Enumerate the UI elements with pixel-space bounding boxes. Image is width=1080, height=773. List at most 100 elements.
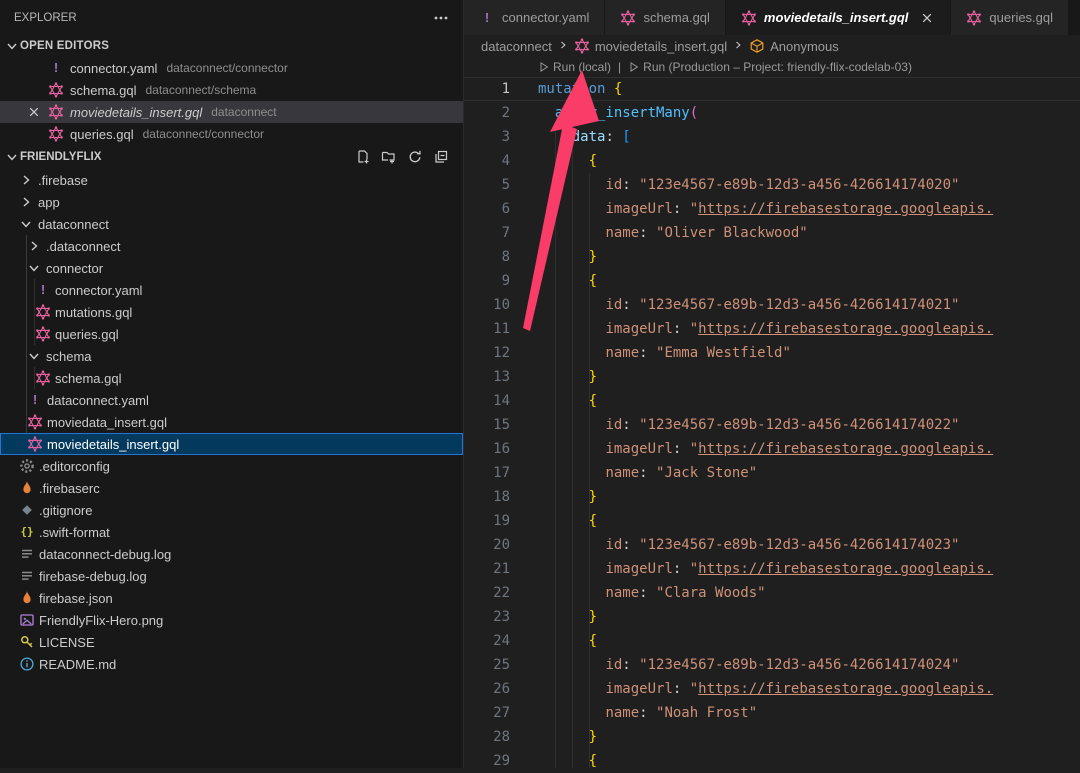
code-line-3[interactable]: 3 data: [ — [464, 125, 1080, 149]
code-line-14[interactable]: 14 { — [464, 389, 1080, 413]
tree-item-firebaserc[interactable]: .firebaserc — [0, 477, 463, 499]
code-token: : — [673, 681, 690, 697]
collapse-all-icon[interactable] — [433, 149, 449, 165]
tab-schema-gql[interactable]: schema.gql — [605, 0, 725, 35]
code-token: : — [622, 297, 639, 313]
tree-item-mutations-gql[interactable]: mutations.gql — [0, 301, 463, 323]
tree-item-friendlyflix-hero-png[interactable]: FriendlyFlix-Hero.png — [0, 609, 463, 631]
line-number: 29 — [464, 749, 510, 773]
tree-item-readme-md[interactable]: README.md — [0, 653, 463, 675]
code-line-18[interactable]: 18 } — [464, 485, 1080, 509]
tree-item-editorconfig[interactable]: .editorconfig — [0, 455, 463, 477]
tree-item-gitignore[interactable]: .gitignore — [0, 499, 463, 521]
graphql-icon — [27, 436, 43, 452]
line-number: 4 — [464, 149, 510, 173]
workspace-section-header[interactable]: FRIENDLYFLIX — [0, 145, 463, 169]
code-line-22[interactable]: 22 name: "Clara Woods" — [464, 581, 1080, 605]
code-line-9[interactable]: 9 { — [464, 269, 1080, 293]
tree-item-dataconnect[interactable]: .dataconnect — [0, 235, 463, 257]
flame-icon — [19, 590, 35, 606]
code-line-4[interactable]: 4 { — [464, 149, 1080, 173]
tree-item-firebase-debug-log[interactable]: firebase-debug.log — [0, 565, 463, 587]
code-token — [538, 753, 589, 769]
tree-item-schema-gql[interactable]: schema.gql — [0, 367, 463, 389]
new-file-icon[interactable] — [355, 149, 371, 165]
code-line-6[interactable]: 6 imageUrl: "https://firebasestorage.goo… — [464, 197, 1080, 221]
breadcrumb-item-moviedetails-insert-gql[interactable]: moviedetails_insert.gql — [574, 38, 727, 54]
image-url-link[interactable]: https://firebasestorage.googleapis. — [698, 201, 993, 217]
tree-item-firebase[interactable]: .firebase — [0, 169, 463, 191]
code-token: } — [589, 729, 597, 745]
code-line-16[interactable]: 16 imageUrl: "https://firebasestorage.go… — [464, 437, 1080, 461]
code-line-26[interactable]: 26 imageUrl: "https://firebasestorage.go… — [464, 677, 1080, 701]
code-line-10[interactable]: 10 id: "123e4567-e89b-12d3-a456-42661417… — [464, 293, 1080, 317]
code-editor[interactable]: 1mutation {2 actor_insertMany(3 data: [4… — [464, 77, 1080, 773]
braces-icon: {} — [19, 524, 35, 540]
image-url-link[interactable]: https://firebasestorage.googleapis. — [698, 561, 993, 577]
code-line-19[interactable]: 19 { — [464, 509, 1080, 533]
chevron-right-icon — [732, 39, 744, 51]
image-url-link[interactable]: https://firebasestorage.googleapis. — [698, 321, 993, 337]
code-line-11[interactable]: 11 imageUrl: "https://firebasestorage.go… — [464, 317, 1080, 341]
tree-item-moviedetails-insert-gql[interactable]: moviedetails_insert.gql — [0, 433, 463, 455]
tab-queries-gql[interactable]: queries.gql — [951, 0, 1069, 35]
ellipsis-icon[interactable] — [433, 10, 449, 26]
code-line-28[interactable]: 28 } — [464, 725, 1080, 749]
breadcrumb-item-dataconnect[interactable]: dataconnect — [481, 39, 552, 54]
open-editor-queries-gql[interactable]: queries.gqldataconnect/connector — [0, 123, 463, 145]
code-line-17[interactable]: 17 name: "Jack Stone" — [464, 461, 1080, 485]
open-editor-moviedetails-insert-gql[interactable]: moviedetails_insert.gqldataconnect — [0, 101, 463, 123]
tree-item-app[interactable]: app — [0, 191, 463, 213]
code-line-7[interactable]: 7 name: "Oliver Blackwood" — [464, 221, 1080, 245]
code-line-25[interactable]: 25 id: "123e4567-e89b-12d3-a456-42661417… — [464, 653, 1080, 677]
open-editor-label: connector.yaml — [70, 61, 157, 76]
code-token: "123e4567-e89b-12d3-a456-426614174021" — [639, 297, 959, 313]
codelens-run-production[interactable]: Run (Production – Project: friendly-flix… — [628, 60, 912, 74]
tree-item-license[interactable]: LICENSE — [0, 631, 463, 653]
close-icon[interactable] — [26, 104, 42, 120]
codelens-run-local[interactable]: Run (local) — [538, 60, 611, 74]
code-line-20[interactable]: 20 id: "123e4567-e89b-12d3-a456-42661417… — [464, 533, 1080, 557]
code-line-text: { — [510, 629, 1080, 653]
open-editor-schema-gql[interactable]: schema.gqldataconnect/schema — [0, 79, 463, 101]
line-number: 25 — [464, 653, 510, 677]
code-line-5[interactable]: 5 id: "123e4567-e89b-12d3-a456-426614174… — [464, 173, 1080, 197]
tab-close-button[interactable] — [919, 10, 935, 26]
code-line-15[interactable]: 15 id: "123e4567-e89b-12d3-a456-42661417… — [464, 413, 1080, 437]
tree-item-swift-format[interactable]: {}.swift-format — [0, 521, 463, 543]
line-number: 10 — [464, 293, 510, 317]
code-token: name — [605, 345, 639, 361]
new-folder-icon[interactable] — [381, 149, 397, 165]
tab-connector-yaml[interactable]: !connector.yaml — [464, 0, 605, 35]
tree-item-dataconnect-debug-log[interactable]: dataconnect-debug.log — [0, 543, 463, 565]
open-editor-connector-yaml[interactable]: !connector.yamldataconnect/connector — [0, 57, 463, 79]
code-line-24[interactable]: 24 { — [464, 629, 1080, 653]
code-token: : — [639, 465, 656, 481]
code-line-27[interactable]: 27 name: "Noah Frost" — [464, 701, 1080, 725]
code-line-2[interactable]: 2 actor_insertMany( — [464, 101, 1080, 125]
breadcrumb-item-anonymous[interactable]: Anonymous — [749, 38, 839, 54]
code-line-23[interactable]: 23 } — [464, 605, 1080, 629]
tree-item-queries-gql[interactable]: queries.gql — [0, 323, 463, 345]
refresh-icon[interactable] — [407, 149, 423, 165]
tree-item-firebase-json[interactable]: firebase.json — [0, 587, 463, 609]
tab-moviedetails-insert-gql[interactable]: moviedetails_insert.gql — [726, 0, 952, 35]
code-line-29[interactable]: 29 { — [464, 749, 1080, 773]
code-line-12[interactable]: 12 name: "Emma Westfield" — [464, 341, 1080, 365]
tree-item-connector[interactable]: connector — [0, 257, 463, 279]
tree-item-connector-yaml[interactable]: !connector.yaml — [0, 279, 463, 301]
code-line-21[interactable]: 21 imageUrl: "https://firebasestorage.go… — [464, 557, 1080, 581]
code-line-13[interactable]: 13 } — [464, 365, 1080, 389]
image-url-link[interactable]: https://firebasestorage.googleapis. — [698, 441, 993, 457]
open-editors-section-header[interactable]: OPEN EDITORS — [0, 35, 463, 57]
code-line-1[interactable]: 1mutation { — [464, 77, 1080, 101]
tree-item-schema[interactable]: schema — [0, 345, 463, 367]
image-url-link[interactable]: https://firebasestorage.googleapis. — [698, 681, 993, 697]
code-line-8[interactable]: 8 } — [464, 245, 1080, 269]
chevron-down-icon — [4, 149, 20, 165]
code-line-text: mutation { — [510, 77, 1080, 101]
tree-item-dataconnect-yaml[interactable]: !dataconnect.yaml — [0, 389, 463, 411]
tree-item-moviedata-insert-gql[interactable]: moviedata_insert.gql — [0, 411, 463, 433]
tree-item-dataconnect[interactable]: dataconnect — [0, 213, 463, 235]
code-line-text: { — [510, 509, 1080, 533]
